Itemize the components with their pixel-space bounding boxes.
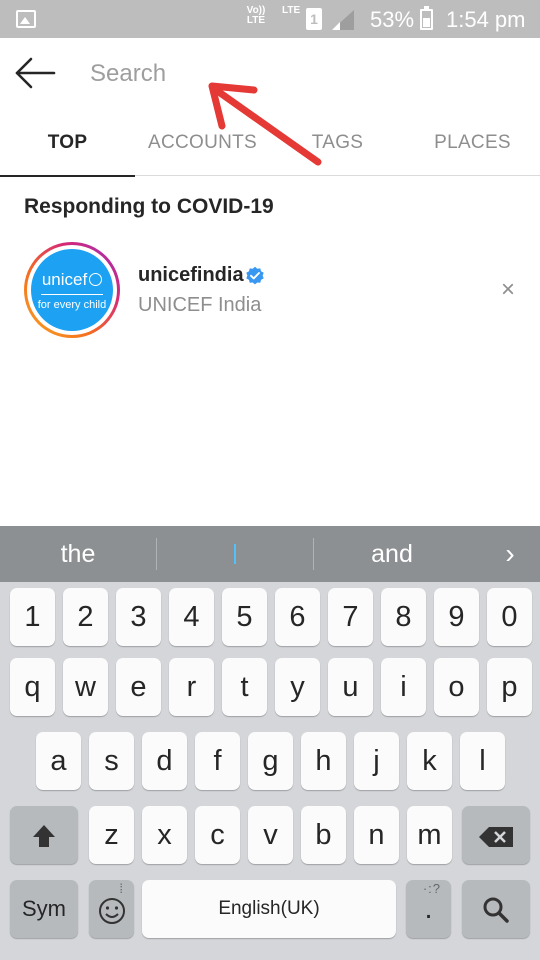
key-4[interactable]: 4 <box>169 588 214 646</box>
emoji-key[interactable]: ⁞ <box>89 880 134 938</box>
key-1[interactable]: 1 <box>10 588 55 646</box>
key-h[interactable]: h <box>301 732 346 790</box>
key-s[interactable]: s <box>89 732 134 790</box>
logo-divider <box>41 294 103 295</box>
battery-percentage: 53% <box>370 7 415 32</box>
key-f[interactable]: f <box>195 732 240 790</box>
key-q[interactable]: q <box>10 658 55 716</box>
suggestion-word-1[interactable]: the <box>0 526 156 582</box>
key-x[interactable]: x <box>142 806 187 864</box>
mic-hint-icon: ⁞ <box>119 881 124 896</box>
emoji-smiley-icon <box>98 898 125 924</box>
search-icon <box>483 897 509 923</box>
key-8[interactable]: 8 <box>381 588 426 646</box>
key-w[interactable]: w <box>63 658 108 716</box>
avatar[interactable]: unicef for every child <box>24 242 120 338</box>
annotation-arrow <box>208 82 322 166</box>
search-key[interactable] <box>462 880 530 938</box>
sym-key[interactable]: Sym <box>10 880 78 938</box>
globe-icon <box>89 273 103 286</box>
key-g[interactable]: g <box>248 732 293 790</box>
key-7[interactable]: 7 <box>328 588 373 646</box>
gallery-notification-icon <box>16 10 36 28</box>
key-6[interactable]: 6 <box>275 588 320 646</box>
key-p[interactable]: p <box>487 658 532 716</box>
key-k[interactable]: k <box>407 732 452 790</box>
avatar-border: unicef for every child <box>27 245 117 335</box>
key-9[interactable]: 9 <box>434 588 479 646</box>
status-time: 1:54 pm <box>446 7 526 32</box>
space-key[interactable]: English(UK) <box>142 880 396 938</box>
sim-slot-badge: 1 <box>306 8 322 30</box>
shift-key[interactable] <box>10 806 78 864</box>
key-z[interactable]: z <box>89 806 134 864</box>
suggestion-word-3[interactable]: and <box>314 526 470 582</box>
tab-top[interactable]: TOP <box>0 110 135 177</box>
app-screen: Vo)) LTE LTE 1 53% 1:54 pm TOP ACCOUNTS … <box>0 0 540 960</box>
account-username: unicefindia <box>138 264 244 286</box>
key-u[interactable]: u <box>328 658 373 716</box>
period-key-label: . <box>424 893 433 925</box>
key-y[interactable]: y <box>275 658 320 716</box>
backspace-key[interactable] <box>462 806 530 864</box>
suggestion-bar: the and › <box>0 526 540 582</box>
tab-places[interactable]: PLACES <box>405 110 540 176</box>
on-screen-keyboard: the and › 1234567890 qwertyuiop asdfghjkl z… <box>0 526 540 960</box>
key-d[interactable]: d <box>142 732 187 790</box>
key-o[interactable]: o <box>434 658 479 716</box>
battery-icon <box>420 6 433 30</box>
more-suggestions-chevron-icon[interactable]: › <box>490 526 530 582</box>
key-t[interactable]: t <box>222 658 267 716</box>
shift-arrow-icon <box>33 825 55 847</box>
key-5[interactable]: 5 <box>222 588 267 646</box>
key-a[interactable]: a <box>36 732 81 790</box>
key-m[interactable]: m <box>407 806 452 864</box>
key-e[interactable]: e <box>116 658 161 716</box>
account-full-name: UNICEF India <box>138 294 262 316</box>
period-key-alternates: ·:? <box>422 881 441 896</box>
verified-badge-icon <box>246 266 264 285</box>
key-l[interactable]: l <box>460 732 505 790</box>
backspace-icon <box>479 827 513 847</box>
section-title: Responding to COVID-19 <box>24 195 274 218</box>
key-v[interactable]: v <box>248 806 293 864</box>
key-b[interactable]: b <box>301 806 346 864</box>
text-cursor-icon <box>234 544 236 564</box>
key-i[interactable]: i <box>381 658 426 716</box>
key-c[interactable]: c <box>195 806 240 864</box>
lte-indicator: LTE <box>282 5 301 16</box>
signal-strength-icon <box>332 10 354 30</box>
suggestion-word-2[interactable] <box>157 526 313 582</box>
logo-tagline: for every child <box>37 299 107 311</box>
key-2[interactable]: 2 <box>63 588 108 646</box>
status-bar: Vo)) LTE LTE 1 53% 1:54 pm <box>0 0 540 38</box>
volte-indicator: Vo)) LTE <box>246 5 266 26</box>
key-3[interactable]: 3 <box>116 588 161 646</box>
key-j[interactable]: j <box>354 732 399 790</box>
logo-wordmark: unicef <box>31 270 113 290</box>
logo-word-text: unicef <box>41 270 88 289</box>
key-r[interactable]: r <box>169 658 214 716</box>
account-list-item[interactable]: unicef for every child unicefindia UNICE… <box>0 240 540 344</box>
back-arrow-icon[interactable] <box>14 56 56 90</box>
battery-level-fill <box>423 18 430 27</box>
period-key[interactable]: ·:?. <box>406 880 451 938</box>
key-n[interactable]: n <box>354 806 399 864</box>
remove-suggestion-button[interactable]: × <box>496 278 520 302</box>
key-0[interactable]: 0 <box>487 588 532 646</box>
unicef-logo: unicef for every child <box>31 249 113 331</box>
